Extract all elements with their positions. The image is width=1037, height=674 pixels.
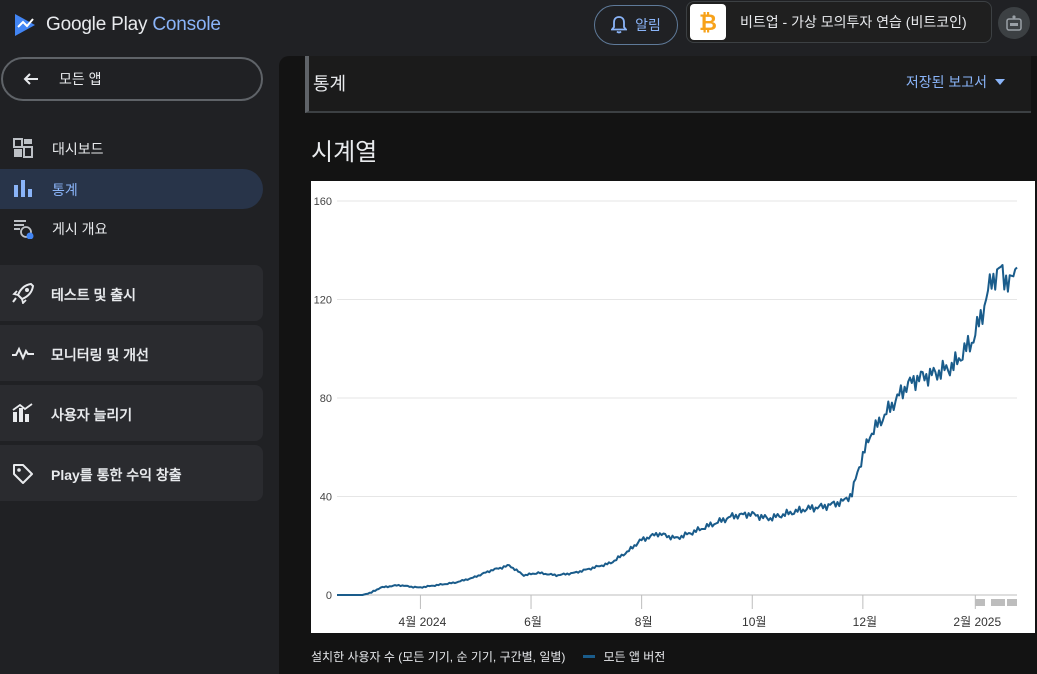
page-title: 통계 — [313, 74, 347, 94]
page-header: 통계 저장된 보고서 — [305, 56, 1031, 113]
y-tick-label: 40 — [320, 492, 332, 504]
series-line — [337, 264, 1018, 596]
logo-console: Console — [152, 14, 221, 35]
app-selector[interactable]: ₿ 비트업 - 가상 모의투자 연습 (비트코인) — [686, 1, 992, 43]
account-avatar[interactable] — [998, 7, 1030, 39]
app-name: 비트업 - 가상 모의투자 연습 (비트코인) — [740, 14, 967, 30]
logo-text: Google Play Console — [46, 14, 221, 36]
chart-legend: 설치한 사용자 수 (모든 기기, 순 기기, 구간별, 일별) 모든 앱 버전 — [311, 648, 665, 665]
bell-icon — [611, 16, 628, 34]
arrow-back-icon — [23, 73, 38, 85]
legend-series-name: 모든 앱 버전 — [603, 650, 666, 664]
growth-icon — [12, 403, 33, 422]
sidebar-section-label: 모니터링 및 개선 — [51, 347, 149, 363]
sidebar-item-publishing-overview[interactable]: 게시 개요 — [0, 208, 263, 248]
sidebar-section-monitoring[interactable]: 모니터링 및 개선 — [0, 325, 263, 381]
google-play-console-logo[interactable]: Google Play Console — [12, 12, 221, 38]
saved-reports-button[interactable]: 저장된 보고서 — [906, 72, 1005, 92]
sidebar-item-dashboard[interactable]: 대시보드 — [0, 128, 263, 168]
sidebar-section-label: 테스트 및 출시 — [51, 287, 137, 303]
x-tick-label: 4월 2024 — [399, 615, 447, 629]
x-tick-label: 2월 2025 — [953, 615, 1001, 629]
chart-svg: 0 40 80 120 160 4월 2024 6월 8월 10월 12월 2월 2025 — [314, 196, 1018, 629]
sidebar-item-label: 대시보드 — [52, 141, 104, 157]
sidebar-item-statistics[interactable]: 통계 — [0, 169, 263, 209]
legend-swatch — [583, 655, 596, 658]
main-content: 통계 저장된 보고서 시계열 0 40 80 120 160 4월 2024 6월 8월 10월… — [279, 56, 1037, 674]
sidebar-section-testing-release[interactable]: 테스트 및 출시 — [0, 265, 263, 321]
sidebar-section-grow-users[interactable]: 사용자 늘리기 — [0, 385, 263, 441]
x-tick-label: 10월 — [742, 615, 766, 629]
sidebar-item-label: 통계 — [52, 182, 78, 198]
sidebar-section-label: 사용자 늘리기 — [51, 407, 133, 423]
range-handle[interactable] — [1007, 599, 1017, 606]
range-handle[interactable] — [975, 599, 985, 606]
y-tick-label: 120 — [314, 295, 332, 307]
app-icon: ₿ — [690, 4, 726, 40]
chevron-down-icon — [995, 79, 1005, 85]
y-tick-label: 80 — [320, 393, 332, 405]
saved-reports-label: 저장된 보고서 — [905, 74, 987, 90]
tag-icon — [13, 464, 33, 484]
x-tick-label: 6월 — [524, 615, 542, 629]
sidebar: 모든 앱 대시보드 통계 게시 개요 테스트 및 출시 모니터링 및 개선 사용… — [0, 52, 270, 674]
account-icon — [1006, 15, 1022, 31]
publishing-overview-icon — [14, 220, 34, 239]
x-tick-label: 8월 — [635, 615, 653, 629]
time-series-chart[interactable]: 0 40 80 120 160 4월 2024 6월 8월 10월 12월 2월 2025 — [311, 181, 1035, 633]
sidebar-item-label: 게시 개요 — [52, 221, 108, 237]
all-apps-button[interactable]: 모든 앱 — [1, 57, 263, 101]
all-apps-label: 모든 앱 — [59, 71, 102, 87]
x-tick-label: 12월 — [853, 615, 877, 629]
top-bar: Google Play Console 알림 ₿ 비트업 - 가상 모의투자 연… — [0, 0, 1037, 52]
bitcoin-icon: ₿ — [699, 11, 717, 36]
section-title: 시계열 — [311, 139, 378, 166]
y-tick-label: 160 — [314, 196, 332, 208]
bar-chart-icon — [14, 180, 32, 197]
dashboard-icon — [13, 138, 33, 158]
sidebar-section-monetize[interactable]: Play를 통한 수익 창출 — [0, 445, 263, 501]
vitals-icon — [12, 346, 34, 361]
play-console-logo-icon — [15, 14, 35, 36]
metric-label: 설치한 사용자 수 (모든 기기, 순 기기, 구간별, 일별) — [311, 650, 566, 664]
notifications-label: 알림 — [635, 17, 661, 33]
logo-google-play: Google Play — [46, 14, 148, 35]
rocket-icon — [12, 282, 35, 304]
sidebar-section-label: Play를 통한 수익 창출 — [51, 467, 182, 483]
range-handle[interactable] — [991, 599, 1005, 606]
y-tick-label: 0 — [326, 590, 332, 602]
notifications-button[interactable]: 알림 — [594, 5, 678, 45]
svg-text:₿: ₿ — [699, 11, 717, 36]
